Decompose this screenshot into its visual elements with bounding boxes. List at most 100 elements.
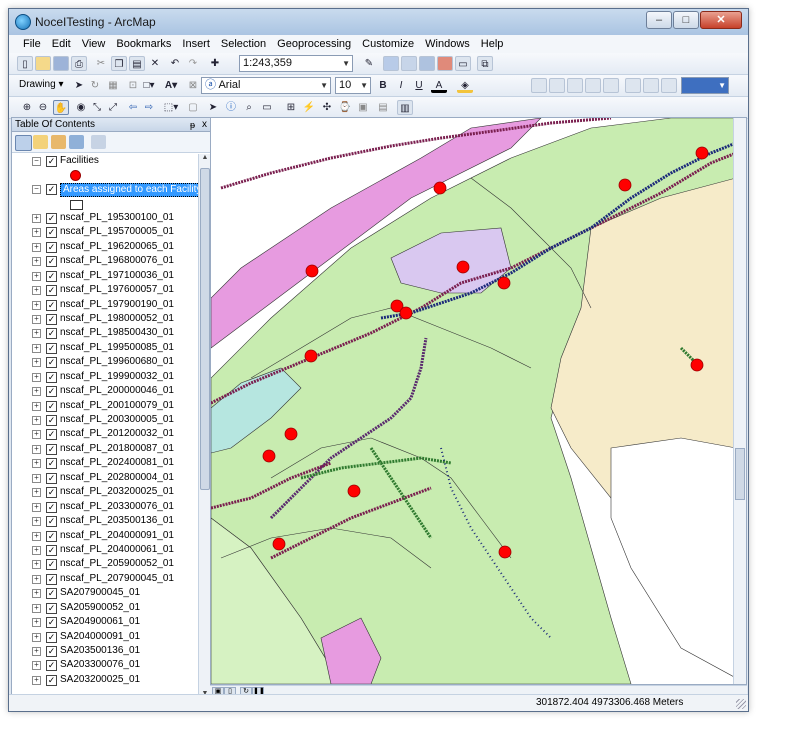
layer-visibility-checkbox[interactable]: ✓ <box>46 429 57 441</box>
cut-icon[interactable]: ✂ <box>93 56 109 71</box>
underline-button[interactable]: U <box>411 78 427 93</box>
save-icon[interactable] <box>53 56 69 71</box>
zoom-out-icon[interactable]: ⊖ <box>35 100 51 115</box>
layer-color-combo[interactable]: ▼ <box>681 77 729 94</box>
layer-name[interactable]: nscaf_PL_199500085_01 <box>60 341 174 355</box>
expand-icon[interactable]: + <box>32 257 41 267</box>
layer-row[interactable]: + ✓ nscaf_PL_203300076_01 <box>12 500 198 514</box>
expand-icon[interactable]: + <box>32 444 41 454</box>
layer-row[interactable]: + ✓ nscaf_PL_199900032_01 <box>12 370 198 384</box>
menu-file[interactable]: File <box>23 38 41 50</box>
layer-visibility-checkbox[interactable]: ✓ <box>46 227 57 239</box>
expand-icon[interactable]: + <box>32 531 41 541</box>
fill-color-button[interactable]: ◈ <box>457 78 473 93</box>
menu-insert[interactable]: Insert <box>182 38 210 50</box>
layer-visibility-checkbox[interactable]: ✓ <box>46 588 57 600</box>
resize-grip-icon[interactable] <box>736 699 746 709</box>
layer-row[interactable]: + ✓ nscaf_PL_207900045_01 <box>12 572 198 586</box>
layer-visibility-checkbox[interactable]: ✓ <box>46 631 57 643</box>
layer-visibility-checkbox[interactable]: ✓ <box>46 156 57 167</box>
georef-2-icon[interactable] <box>549 78 565 93</box>
expand-icon[interactable]: + <box>32 416 41 425</box>
layer-name[interactable]: nscaf_PL_199600680_01 <box>60 355 174 369</box>
callout-icon[interactable]: ⊠ <box>185 78 201 93</box>
layer-name[interactable]: nscaf_PL_195300100_01 <box>60 211 174 225</box>
expand-icon[interactable]: + <box>32 560 41 570</box>
layer-visibility-checkbox[interactable]: ✓ <box>46 544 57 556</box>
layer-name[interactable]: nscaf_PL_196200065_01 <box>60 240 174 254</box>
expand-icon[interactable]: + <box>32 589 41 599</box>
layer-name[interactable]: nscaf_PL_196800076_01 <box>60 254 174 268</box>
layer-visibility-checkbox[interactable]: ✓ <box>46 660 57 672</box>
scroll-thumb[interactable] <box>200 168 210 490</box>
arctoolbox-icon[interactable] <box>437 56 453 71</box>
layer-name[interactable]: nscaf_PL_200000046_01 <box>60 384 174 398</box>
layer-row[interactable]: + ✓ nscaf_PL_201800087_01 <box>12 442 198 456</box>
map-scale-combo[interactable]: 1:243,359 ▼ <box>239 55 353 72</box>
menu-edit[interactable]: Edit <box>52 38 71 50</box>
layer-row[interactable]: + ✓ SA203500136_01 <box>12 644 198 658</box>
map-view[interactable] <box>210 117 747 685</box>
layer-visibility-checkbox[interactable]: ✓ <box>46 241 57 253</box>
expand-icon[interactable]: + <box>32 459 41 469</box>
layer-name[interactable]: SA204000091_01 <box>60 630 140 644</box>
layer-visibility-checkbox[interactable]: ✓ <box>46 559 57 571</box>
expand-icon[interactable]: + <box>32 358 41 368</box>
layer-name[interactable]: SA207900045_01 <box>60 586 140 600</box>
list-by-drawing-order-icon[interactable] <box>15 135 32 151</box>
expand-icon[interactable]: + <box>32 329 41 339</box>
georef-8-icon[interactable] <box>661 78 677 93</box>
viewer-window-icon[interactable]: ▣ <box>355 100 371 115</box>
layer-row[interactable]: + ✓ nscaf_PL_199600680_01 <box>12 355 198 369</box>
time-slider-icon[interactable]: ⌚ <box>337 100 353 115</box>
layer-row[interactable]: + ✓ SA203200025_01 <box>12 673 198 687</box>
expand-icon[interactable]: + <box>32 502 41 512</box>
toc-options-icon[interactable] <box>91 135 106 149</box>
layer-name[interactable]: nscaf_PL_197100036_01 <box>60 269 174 283</box>
open-folder-icon[interactable] <box>35 56 51 71</box>
layer-row[interactable]: + ✓ nscaf_PL_197100036_01 <box>12 269 198 283</box>
layer-row[interactable]: + ✓ nscaf_PL_196200065_01 <box>12 240 198 254</box>
layer-row[interactable]: + ✓ nscaf_PL_198500430_01 <box>12 326 198 340</box>
maximize-button[interactable]: □ <box>673 11 699 29</box>
delete-icon[interactable]: ✕ <box>147 56 163 71</box>
layer-visibility-checkbox[interactable]: ✓ <box>46 299 57 311</box>
new-document-icon[interactable]: ▯ <box>17 56 33 71</box>
layer-visibility-checkbox[interactable]: ✓ <box>46 285 57 297</box>
rectangle-icon[interactable]: □▾ <box>141 78 157 93</box>
pan-hand-icon[interactable]: ✋ <box>53 100 69 115</box>
menu-bookmarks[interactable]: Bookmarks <box>116 38 171 50</box>
layer-visibility-checkbox[interactable]: ✓ <box>46 357 57 369</box>
italic-button[interactable]: I <box>393 78 409 93</box>
expand-icon[interactable]: + <box>32 675 41 685</box>
list-by-source-icon[interactable] <box>33 135 48 149</box>
expand-icon[interactable]: + <box>32 387 41 397</box>
layer-name[interactable]: nscaf_PL_203200025_01 <box>60 485 174 499</box>
create-viewer-icon[interactable]: ▤ <box>375 100 391 115</box>
expand-icon[interactable]: + <box>32 228 41 238</box>
layer-name[interactable]: SA203300076_01 <box>60 658 140 672</box>
drawing-menu[interactable]: Drawing ▾ <box>19 79 63 90</box>
pin-icon[interactable]: ᵽ <box>190 118 195 132</box>
expand-icon[interactable]: + <box>32 647 41 656</box>
close-icon[interactable]: x <box>202 118 207 132</box>
editor-toolbar-icon[interactable]: ✎ <box>361 56 377 71</box>
list-by-selection-icon[interactable] <box>69 135 84 149</box>
expand-icon[interactable]: + <box>32 488 41 498</box>
layer-visibility-checkbox[interactable]: ✓ <box>46 646 57 657</box>
go-to-xy-icon[interactable]: ✣ <box>319 100 335 115</box>
menu-geoprocessing[interactable]: Geoprocessing <box>277 38 351 50</box>
expand-icon[interactable]: + <box>32 286 41 296</box>
layer-name[interactable]: nscaf_PL_203500136_01 <box>60 514 174 528</box>
layer-name[interactable]: nscaf_PL_197600057_01 <box>60 283 174 297</box>
layer-row[interactable]: + ✓ nscaf_PL_203500136_01 <box>12 514 198 528</box>
layer-visibility-checkbox[interactable]: ✓ <box>46 256 57 268</box>
layer-visibility-checkbox[interactable]: ✓ <box>46 458 57 470</box>
identify-icon[interactable]: ⓘ <box>223 100 239 115</box>
georef-3-icon[interactable] <box>567 78 583 93</box>
select-features-icon[interactable]: ⬚▾ <box>163 100 179 115</box>
layer-row[interactable]: + ✓ SA204900061_01 <box>12 615 198 629</box>
find-icon[interactable]: ⌕ <box>241 100 257 115</box>
layer-visibility-checkbox[interactable]: ✓ <box>46 443 57 455</box>
select-elements-arrow-icon[interactable]: ➤ <box>205 100 221 115</box>
